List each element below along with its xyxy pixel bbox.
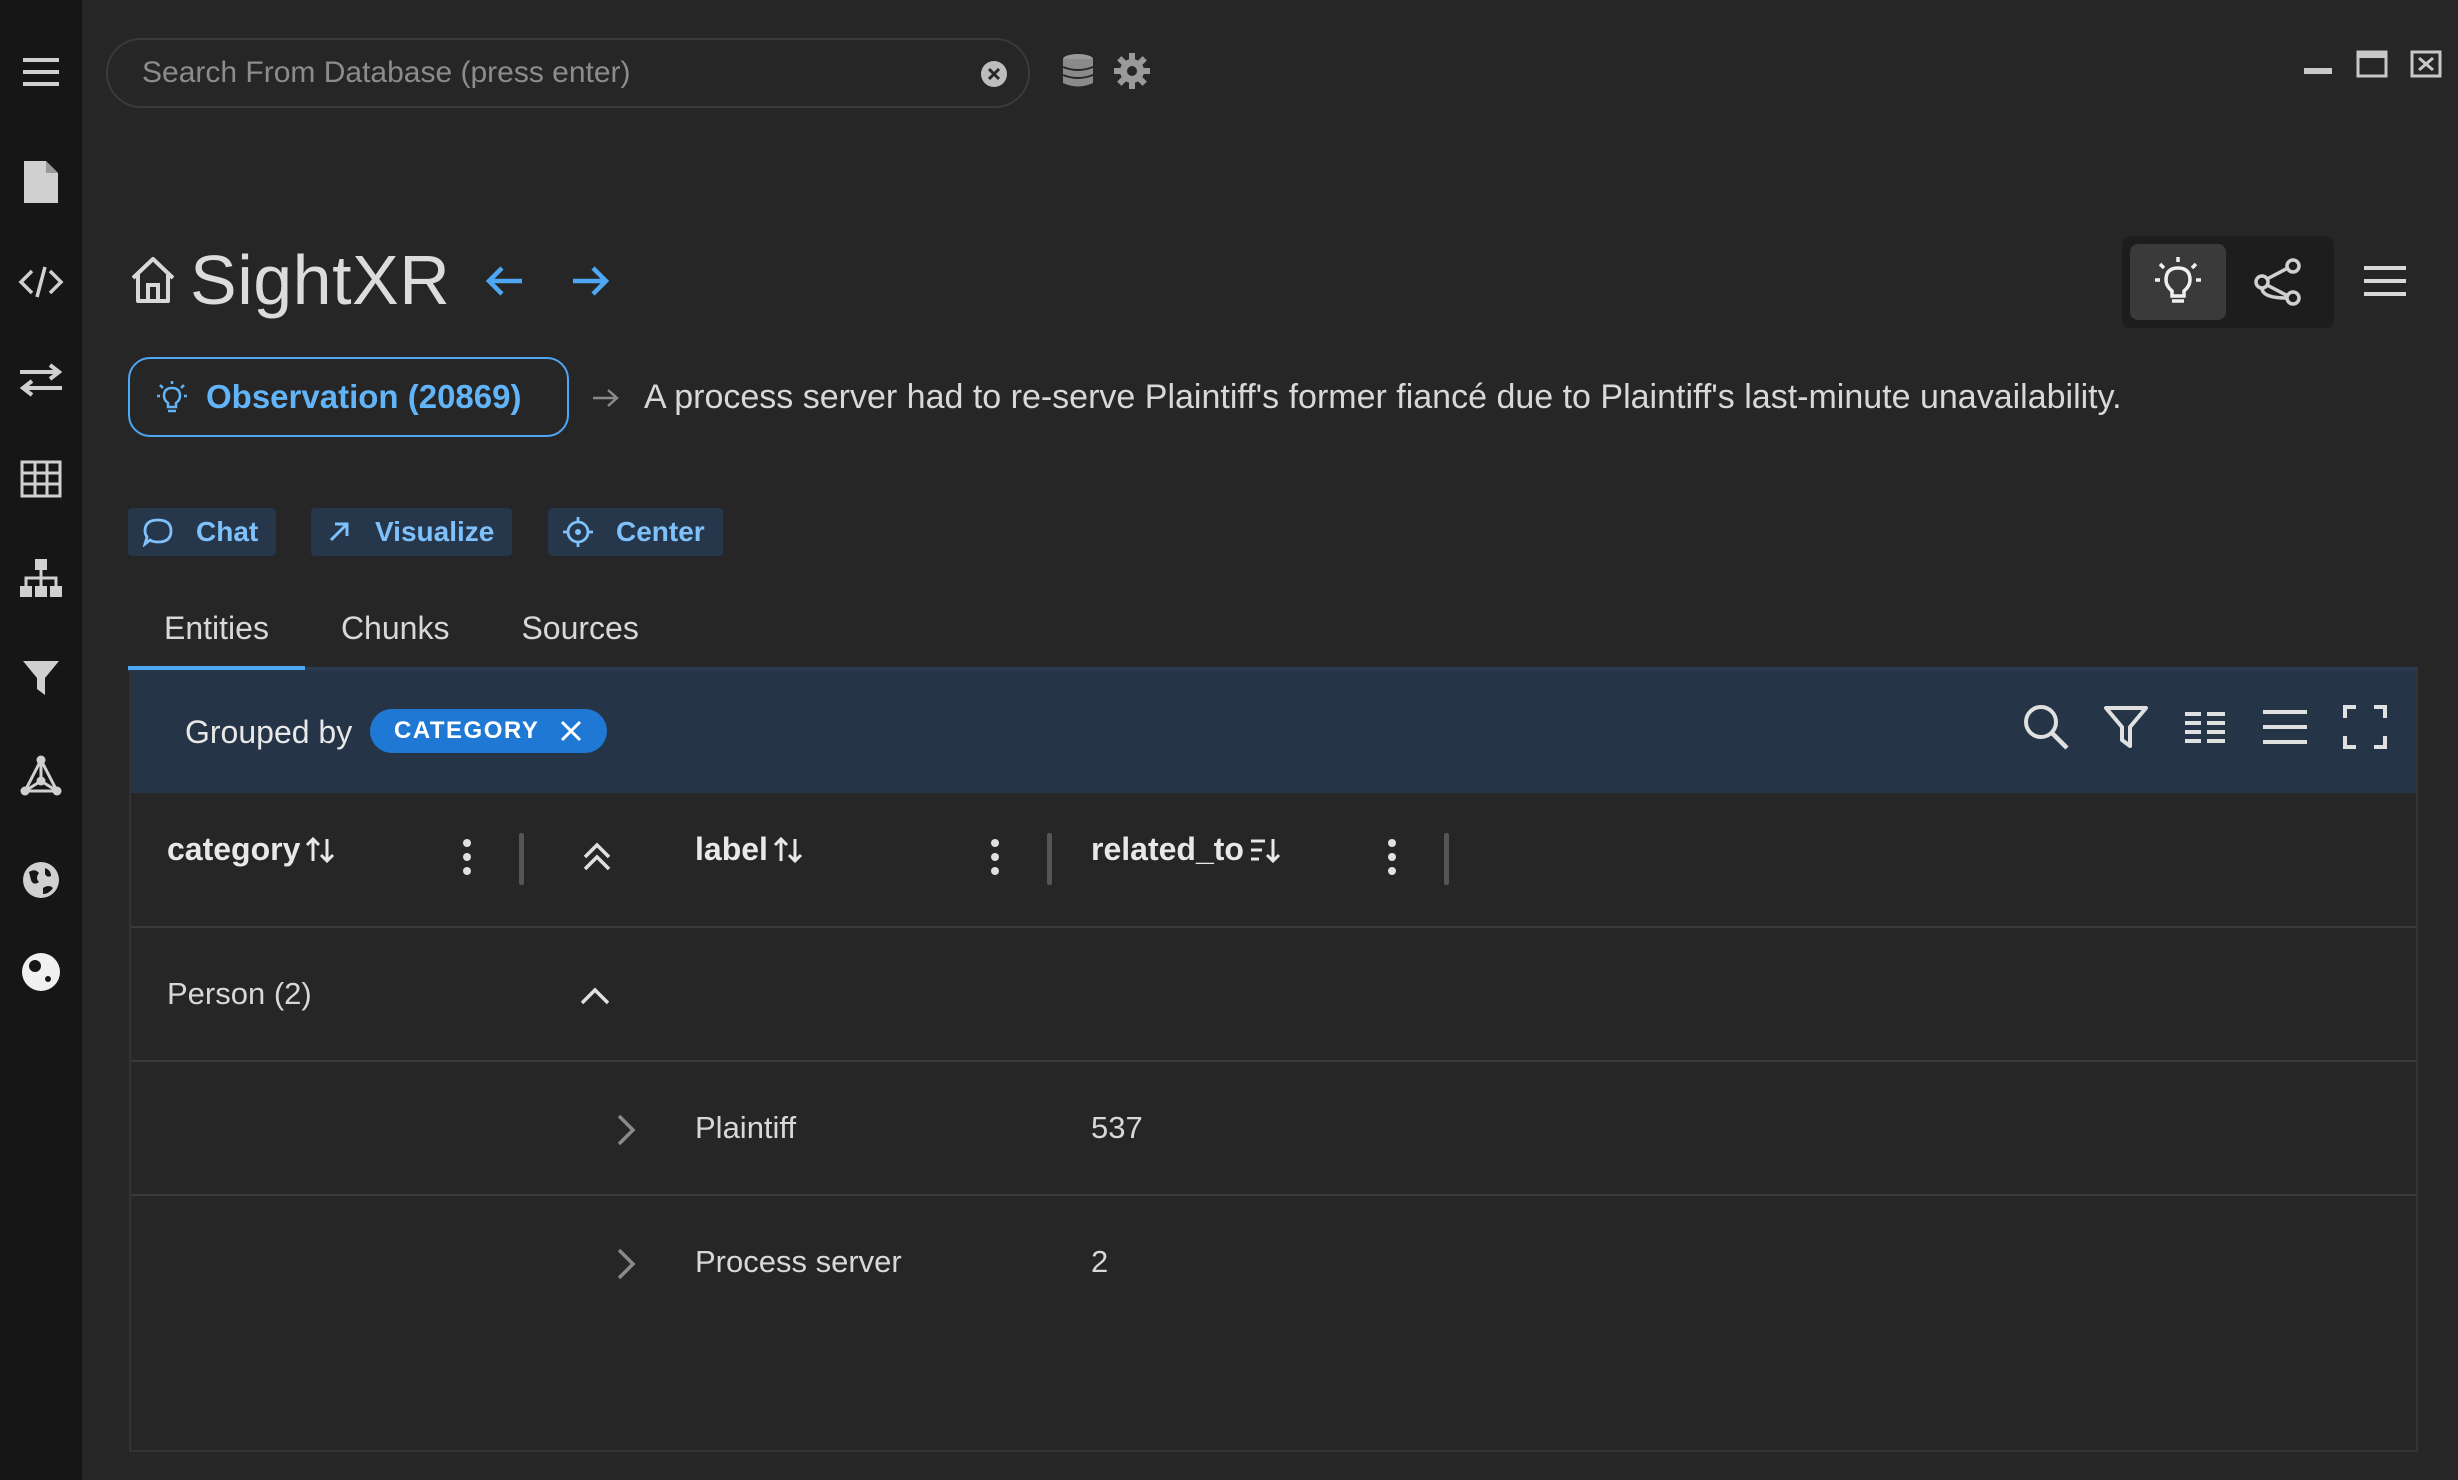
lightbulb-small-icon [156,380,188,414]
forward-arrow-icon[interactable] [569,260,611,302]
theme-icon[interactable] [17,948,65,996]
view-toggle [2122,236,2334,328]
document-icon[interactable] [17,158,65,206]
table-icon[interactable] [17,455,65,503]
column-menu-icon[interactable] [1385,835,1399,879]
back-arrow-icon[interactable] [484,260,526,302]
fullscreen-icon[interactable] [2340,702,2390,752]
table-row[interactable]: Plaintiff 537 [131,1062,2416,1196]
filter-icon[interactable] [17,654,65,702]
cell-related-to: 2 [1091,1244,1109,1279]
home-icon[interactable] [128,254,178,306]
chevron-right-icon[interactable] [611,1244,639,1284]
remove-group-icon[interactable] [559,719,583,743]
settings-gear-icon[interactable] [1113,52,1151,90]
globe-icon[interactable] [17,856,65,904]
maximize-window-icon[interactable] [2354,48,2390,80]
minimize-window-icon[interactable] [2300,48,2336,80]
group-label: Person (2) [167,976,312,1011]
table-toolbar: Grouped by CATEGORY [131,670,2416,793]
table-row[interactable]: Process server 2 [131,1196,2416,1330]
group-chip-label: CATEGORY [394,717,540,744]
column-resize-handle[interactable] [1444,833,1449,885]
title-row: SightXR [128,240,450,320]
search-input[interactable] [142,40,962,106]
tab-sources[interactable]: Sources [485,600,674,670]
chat-label: Chat [196,516,259,547]
lightbulb-icon [2154,256,2202,308]
column-resize-handle[interactable] [1047,833,1052,885]
search-icon[interactable] [2021,702,2071,752]
sort-descending-icon[interactable] [1244,835,1282,865]
chat-button[interactable]: Chat [128,508,277,556]
cell-label: Process server [695,1244,902,1279]
density-icon[interactable] [2260,702,2310,752]
observation-badge[interactable]: Observation (20869) [128,357,569,437]
chat-bubble-icon [142,517,174,547]
table-header-row: category label related_to [131,793,2416,928]
clear-search-icon[interactable] [980,60,1008,88]
chevron-up-icon[interactable] [575,976,615,1016]
search-bar [106,38,1030,108]
tab-chunks[interactable]: Chunks [305,600,486,670]
hierarchy-icon[interactable] [17,554,65,602]
center-label: Center [616,516,705,547]
transfer-arrows-icon[interactable] [17,356,65,404]
group-row[interactable]: Person (2) [131,928,2416,1062]
filter-table-icon[interactable] [2101,702,2151,752]
column-header-label[interactable]: label [695,831,804,868]
sort-icon[interactable] [768,835,804,865]
entities-table-panel: Grouped by CATEGORY category label relat… [129,670,2418,1452]
page-menu-icon[interactable] [2362,260,2408,302]
center-button[interactable]: Center [548,508,723,556]
collapse-all-icon[interactable] [579,835,615,879]
column-menu-icon[interactable] [460,835,474,879]
column-menu-icon[interactable] [988,835,1002,879]
sidebar [0,0,82,1480]
column-resize-handle[interactable] [519,833,524,885]
sort-icon[interactable] [300,835,336,865]
columns-icon[interactable] [2180,702,2230,752]
page-title: SightXR [190,241,451,319]
share-graph-icon [2253,257,2303,307]
group-chip: CATEGORY [370,709,608,753]
cell-label: Plaintiff [695,1110,797,1145]
visualize-label: Visualize [375,516,495,547]
tab-entities[interactable]: Entities [128,600,305,670]
close-window-icon[interactable] [2408,48,2444,80]
grouped-by-label: Grouped by [185,714,353,750]
network-graph-icon[interactable] [17,752,65,800]
graph-view-button[interactable] [2230,244,2326,320]
observation-label: Observation (20869) [206,378,522,415]
tab-bar: Entities Chunks Sources [128,600,675,670]
chevron-right-icon[interactable] [611,1110,639,1150]
column-header-related-to[interactable]: related_to [1091,831,1282,868]
right-arrow-icon [590,384,622,412]
visualize-button[interactable]: Visualize [311,508,513,556]
column-header-category[interactable]: category [167,831,336,868]
arrow-up-right-icon [325,518,353,546]
cell-related-to: 537 [1091,1110,1143,1145]
database-icon[interactable] [1059,52,1097,90]
crosshair-icon [562,516,594,548]
hamburger-menu-icon[interactable] [17,48,65,96]
code-icon[interactable] [17,258,65,306]
lightbulb-view-button[interactable] [2130,244,2226,320]
observation-text: A process server had to re-serve Plainti… [644,378,2122,416]
